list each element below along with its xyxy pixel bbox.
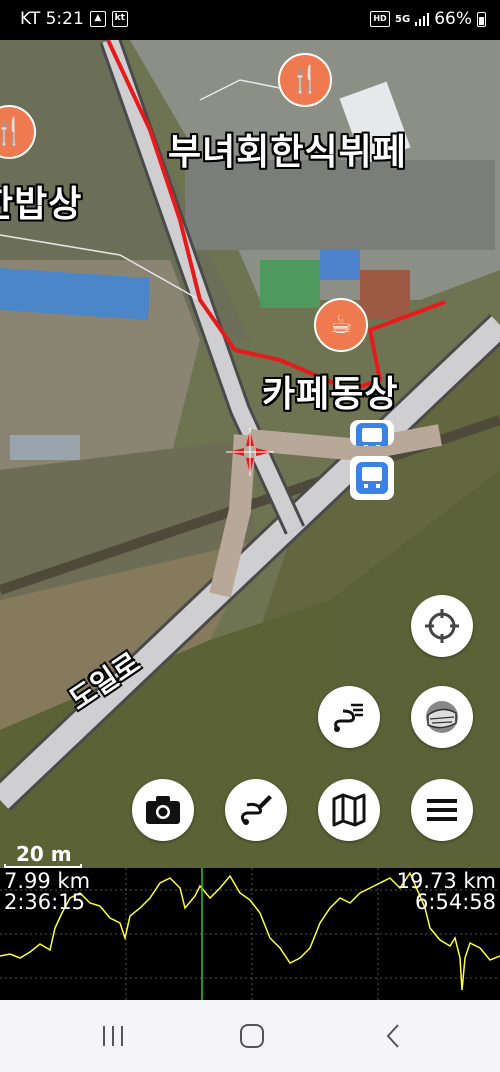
battery-percent: 66% (434, 9, 472, 29)
cafe-icon[interactable]: ☕ (314, 298, 368, 352)
bus-stop-icon[interactable] (350, 456, 394, 500)
navigation-bar (0, 1000, 500, 1072)
gallery-icon: ▲ (89, 11, 106, 27)
layers-icon (426, 701, 458, 733)
place-label-buffet[interactable]: 부녀회한식뷔페 (168, 123, 407, 175)
right-distance: 19.73 km (396, 869, 496, 893)
battery-icon (477, 11, 486, 27)
back-button[interactable] (378, 1022, 408, 1050)
route-edit-icon (240, 795, 272, 825)
home-button[interactable] (237, 1022, 267, 1050)
map-view[interactable]: 🍴 🍴 ☕ 부녀회한식뷔페 한밥상 카페동상 도일로 (0, 40, 500, 868)
recents-icon (103, 1026, 123, 1046)
scale-label: 20 m (16, 842, 72, 866)
carrier-time: KT 5:21 (20, 9, 84, 29)
recent-apps-button[interactable] (98, 1022, 128, 1050)
place-label-hanbapsang[interactable]: 한밥상 (0, 175, 82, 227)
kt-app-icon: kt (111, 11, 128, 27)
right-time: 6:54:58 (415, 890, 496, 914)
camera-icon (146, 796, 180, 824)
route-list-icon (334, 703, 363, 732)
status-bar: KT 5:21 ▲ kt HD 5G 66% (0, 0, 500, 40)
signal-icon (415, 12, 430, 26)
draw-route-button[interactable] (225, 779, 287, 841)
restaurant-icon[interactable]: 🍴 (278, 53, 332, 107)
left-time: 2:36:15 (4, 890, 85, 914)
crosshair-icon (425, 609, 459, 643)
locate-button[interactable] (411, 595, 473, 657)
left-distance: 7.99 km (4, 869, 91, 893)
scale-bar: 20 m (4, 842, 82, 868)
map-icon (332, 793, 366, 827)
home-icon (240, 1024, 264, 1048)
elevation-profile[interactable]: 7.99 km 2:36:15 19.73 km 6:54:58 (0, 868, 500, 1000)
bus-stop-icon[interactable] (350, 420, 394, 446)
route-list-button[interactable] (318, 686, 380, 748)
back-icon (386, 1024, 399, 1048)
map-button[interactable] (318, 779, 380, 841)
menu-icon (427, 799, 457, 821)
map-style-button[interactable] (411, 686, 473, 748)
hd-voice-icon: HD (370, 11, 391, 27)
network-type: 5G (395, 13, 411, 25)
camera-button[interactable] (132, 779, 194, 841)
menu-button[interactable] (411, 779, 473, 841)
place-label-cafe[interactable]: 카페동상 (262, 365, 398, 417)
